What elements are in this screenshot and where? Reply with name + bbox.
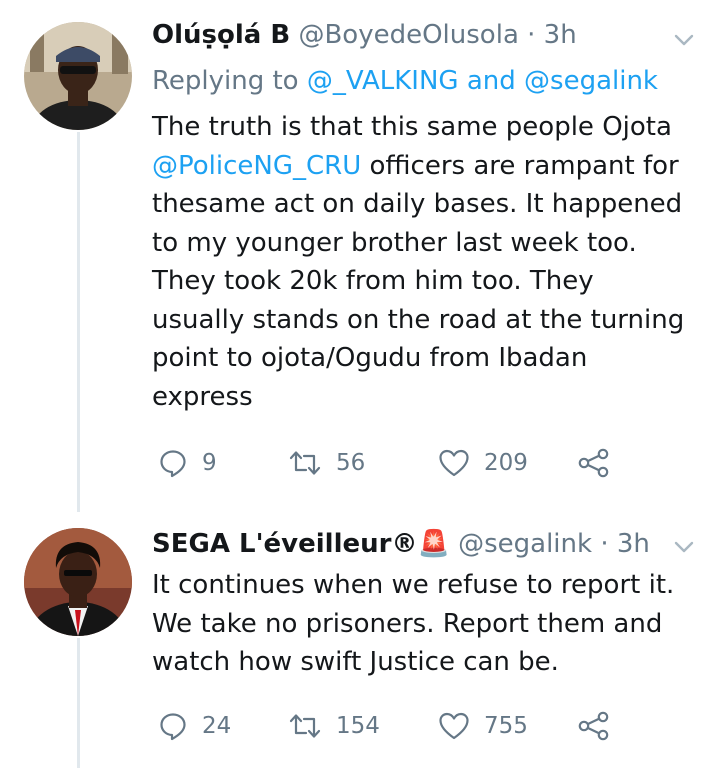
- heart-icon: [438, 448, 470, 478]
- like-count: 209: [484, 450, 528, 476]
- tweet-text-line: thesame act on daily bases. It happened: [152, 189, 683, 219]
- display-name[interactable]: Olúṣọlá B: [152, 20, 290, 50]
- tweet-text-line: express: [152, 381, 253, 412]
- retweet-count: 154: [336, 713, 380, 739]
- reply-count: 24: [202, 713, 232, 739]
- retweet-button[interactable]: 154: [288, 708, 380, 744]
- tweet-text: It continues when we refuse to report it…: [152, 566, 704, 682]
- tweet-olusola[interactable]: Olúṣọlá B @BoyedeOlusola · 3h Replying t…: [0, 0, 720, 505]
- tweet-actions: 9 56 209: [158, 445, 658, 481]
- tweet-text-line: @PoliceNG_CRU officers are rampant for: [152, 147, 704, 186]
- siren-emoji: 🚨: [417, 529, 450, 559]
- tweet-text-line: We take no prisoners. Report them and: [152, 608, 663, 639]
- avatar[interactable]: [24, 528, 132, 636]
- retweet-button[interactable]: 56: [288, 445, 365, 481]
- timestamp[interactable]: 3h: [617, 529, 650, 559]
- tweet-actions: 24 154 755: [158, 708, 658, 744]
- tweet-header: Olúṣọlá B @BoyedeOlusola · 3h: [152, 18, 704, 52]
- tweet-text-line: to my younger brother last week too.: [152, 227, 637, 258]
- reply-button[interactable]: 9: [158, 445, 217, 481]
- share-button[interactable]: [578, 708, 610, 744]
- share-button[interactable]: [578, 445, 610, 481]
- replying-to-label: Replying to: [152, 66, 299, 96]
- replying-to: Replying to @_VALKING and @segalink: [152, 62, 658, 100]
- retweet-count: 56: [336, 450, 366, 476]
- reply-mention-link[interactable]: @_VALKING: [307, 66, 459, 96]
- retweet-icon: [288, 448, 322, 478]
- chevron-down-icon[interactable]: [672, 535, 696, 559]
- tweet-text-line: watch how swift Justice can be.: [152, 647, 559, 677]
- inline-mention-link[interactable]: @PoliceNG_CRU: [152, 151, 361, 181]
- avatar[interactable]: [24, 22, 132, 130]
- tweet-text-line: usually stands on the road at the turnin…: [152, 304, 685, 335]
- tweet-segalink[interactable]: SEGA L'éveilleur®🚨 @segalink · 3h It con…: [0, 505, 720, 762]
- reply-icon: [158, 711, 188, 741]
- reply-count: 9: [202, 450, 217, 476]
- reply-mention-link[interactable]: @segalink: [524, 66, 658, 96]
- tweet-text-line: It continues when we refuse to report it…: [152, 570, 675, 600]
- reply-icon: [158, 448, 188, 478]
- separator-dot: ·: [527, 20, 536, 50]
- tweet-header: SEGA L'éveilleur®🚨 @segalink · 3h: [152, 527, 704, 561]
- retweet-icon: [288, 711, 322, 741]
- separator-dot: ·: [600, 529, 609, 559]
- chevron-down-icon[interactable]: [672, 28, 696, 52]
- username-handle[interactable]: @segalink: [458, 529, 592, 559]
- heart-icon: [438, 711, 470, 741]
- share-icon: [578, 448, 610, 478]
- timestamp[interactable]: 3h: [544, 20, 577, 50]
- reply-and-text: and: [466, 66, 516, 96]
- username-handle[interactable]: @BoyedeOlusola: [298, 20, 518, 50]
- tweet-text-line: They took 20k from him too. They: [152, 266, 594, 296]
- reply-button[interactable]: 24: [158, 708, 231, 744]
- tweet-text-line: The truth is that this same people Ojota: [152, 112, 672, 142]
- like-button[interactable]: 755: [438, 708, 528, 744]
- tweet-text-line: point to ojota/Ogudu from Ibadan: [152, 343, 588, 373]
- tweet-text: The truth is that this same people Ojota…: [152, 108, 704, 416]
- share-icon: [578, 711, 610, 741]
- display-name[interactable]: SEGA L'éveilleur®: [152, 529, 417, 559]
- tweet-text-fragment: officers are rampant for: [369, 150, 679, 181]
- like-count: 755: [484, 713, 528, 739]
- like-button[interactable]: 209: [438, 445, 528, 481]
